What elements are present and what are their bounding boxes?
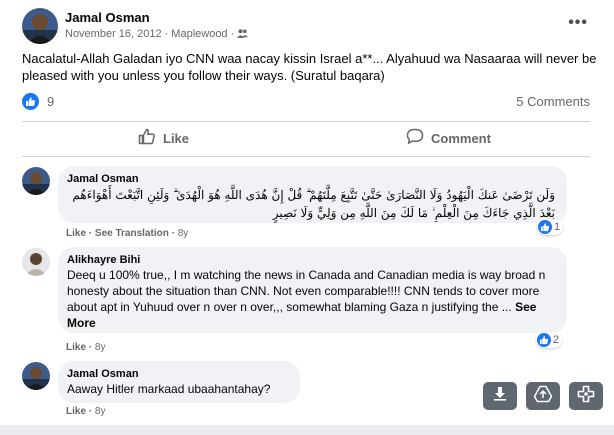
commenter-avatar[interactable] bbox=[22, 248, 50, 276]
comment-like-link[interactable]: Like bbox=[66, 406, 86, 417]
comment-bubble: Jamal Osman Aaway Hitler markaad ubaahan… bbox=[58, 361, 300, 403]
reactions-summary: 9 5 Comments bbox=[22, 92, 592, 112]
comment-button[interactable]: Comment bbox=[406, 127, 491, 149]
thumbs-up-icon bbox=[138, 128, 156, 148]
more-options-icon[interactable]: ••• bbox=[568, 14, 588, 32]
upload-button[interactable] bbox=[526, 382, 560, 410]
comment-reaction-count: 2 bbox=[553, 334, 560, 346]
comment-reactions[interactable]: 2 bbox=[536, 332, 563, 348]
divider bbox=[22, 121, 590, 122]
comment-age[interactable]: 8y bbox=[95, 342, 106, 353]
post-header: Jamal Osman November 16, 2012 · Maplewood ·… bbox=[22, 8, 592, 46]
commenter-avatar[interactable] bbox=[22, 167, 50, 195]
divider bbox=[22, 156, 590, 157]
comment-bubble: Jamal Osman وَلَن تَرْضَىٰ عَنكَ الْيَهُ… bbox=[58, 166, 567, 223]
post-location[interactable]: Maplewood bbox=[171, 28, 227, 40]
post-meta: November 16, 2012 · Maplewood · bbox=[65, 28, 249, 41]
post-action-bar: Like Comment bbox=[22, 123, 590, 153]
download-button[interactable] bbox=[483, 382, 517, 410]
comment-text: Aaway Hitler markaad ubaahantahay? bbox=[67, 382, 271, 396]
author-avatar[interactable] bbox=[22, 8, 58, 44]
comment-text: وَلَن تَرْضَىٰ عَنكَ الْيَهُودُ وَلَا ال… bbox=[72, 188, 555, 220]
comments-count[interactable]: 5 Comments bbox=[516, 94, 590, 109]
like-reaction-icon[interactable] bbox=[22, 93, 39, 110]
download-icon bbox=[493, 386, 507, 406]
post-author-name[interactable]: Jamal Osman bbox=[65, 10, 150, 25]
upload-icon bbox=[533, 385, 553, 408]
comment-reactions[interactable]: 1 bbox=[537, 219, 564, 235]
puzzle-button[interactable] bbox=[569, 382, 603, 410]
comment-like-link[interactable]: Like bbox=[66, 228, 86, 239]
like-reaction-icon bbox=[538, 220, 552, 234]
comment-body: Deeq u 100% true,, I m watching the news… bbox=[67, 268, 546, 314]
comment-age[interactable]: 8y bbox=[178, 228, 189, 239]
comment-author[interactable]: Jamal Osman bbox=[67, 172, 555, 186]
comment-age[interactable]: 8y bbox=[95, 406, 106, 417]
comment-actions: Like · 8y bbox=[66, 342, 106, 353]
friends-icon bbox=[237, 29, 249, 41]
bottom-strip bbox=[0, 425, 614, 435]
comment-reaction-count: 1 bbox=[554, 221, 561, 233]
see-translation-link[interactable]: See Translation bbox=[95, 228, 169, 239]
post-date[interactable]: November 16, 2012 bbox=[65, 28, 162, 40]
comment-button-label: Comment bbox=[431, 130, 491, 146]
puzzle-icon bbox=[576, 384, 596, 409]
like-button[interactable]: Like bbox=[138, 127, 189, 149]
comment-actions: Like · See Translation · 8y bbox=[66, 228, 189, 239]
like-reaction-icon bbox=[537, 333, 551, 347]
comment-actions: Like · 8y bbox=[66, 406, 106, 417]
comment-icon bbox=[406, 128, 424, 148]
comment-like-link[interactable]: Like bbox=[66, 342, 86, 353]
comment-text: Deeq u 100% true,, I m watching the news… bbox=[67, 267, 555, 331]
commenter-avatar[interactable] bbox=[22, 362, 50, 390]
like-button-label: Like bbox=[163, 130, 190, 146]
post-text: Nacalatul-Allah Galadan iyo CNN waa naca… bbox=[22, 51, 597, 83]
reactions-count[interactable]: 9 bbox=[47, 94, 54, 109]
comment-bubble: Alikhayre Bihi Deeq u 100% true,, I m wa… bbox=[58, 247, 567, 333]
comment-author[interactable]: Jamal Osman bbox=[67, 367, 288, 381]
comment-author[interactable]: Alikhayre Bihi bbox=[67, 253, 555, 267]
